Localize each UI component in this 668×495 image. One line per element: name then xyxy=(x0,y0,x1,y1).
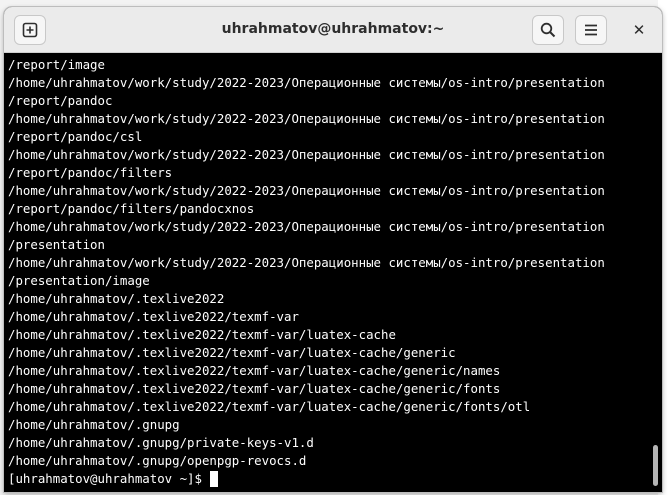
terminal-line: /home/uhrahmatov/.texlive2022/texmf-var/… xyxy=(8,381,501,396)
terminal-line: /home/uhrahmatov/.texlive2022/texmf-var/… xyxy=(8,363,501,378)
terminal-line: /home/uhrahmatov/work/study/2022-2023/Оп… xyxy=(8,75,605,90)
terminal-line: /home/uhrahmatov/.gnupg/private-keys-v1.… xyxy=(8,435,314,450)
search-icon xyxy=(540,22,556,38)
title-bar[interactable]: uhrahmatov@uhrahmatov:~ ✕ xyxy=(4,7,662,53)
terminal-line: /home/uhrahmatov/.texlive2022/texmf-var/… xyxy=(8,327,396,342)
terminal-line: /home/uhrahmatov/.texlive2022/texmf-var/… xyxy=(8,345,456,360)
close-button[interactable]: ✕ xyxy=(624,15,654,45)
terminal-line: /report/pandoc/filters/pandocxnos xyxy=(8,201,255,216)
terminal-line: /report/pandoc/csl xyxy=(8,129,143,144)
new-tab-button[interactable] xyxy=(14,15,46,45)
prompt-line[interactable]: [uhrahmatov@uhrahmatov ~]$ xyxy=(8,470,605,488)
search-button[interactable] xyxy=(532,15,564,45)
terminal-line: /report/pandoc xyxy=(8,93,113,108)
text-cursor xyxy=(209,471,218,487)
terminal-line: /home/uhrahmatov/work/study/2022-2023/Оп… xyxy=(8,111,605,126)
terminal-line: /presentation xyxy=(8,237,105,252)
terminal-line: /home/uhrahmatov/.texlive2022/texmf-var/… xyxy=(8,399,531,414)
terminal-line: /home/uhrahmatov/.gnupg xyxy=(8,417,180,432)
hamburger-menu-icon xyxy=(585,24,597,36)
terminal-line: /home/uhrahmatov/work/study/2022-2023/Оп… xyxy=(8,255,605,270)
terminal-line: /home/uhrahmatov/work/study/2022-2023/Оп… xyxy=(8,183,605,198)
close-icon: ✕ xyxy=(632,21,646,39)
new-tab-plus-icon xyxy=(22,22,38,38)
terminal-line: /home/uhrahmatov/.gnupg/openpgp-revocs.d xyxy=(8,453,307,468)
terminal-output[interactable]: /report/image /home/uhrahmatov/work/stud… xyxy=(4,53,662,492)
menu-button[interactable] xyxy=(575,15,607,45)
terminal-line: /report/image xyxy=(8,57,105,72)
terminal-window: uhrahmatov@uhrahmatov:~ ✕ /report/image … xyxy=(4,7,662,492)
terminal-line: /home/uhrahmatov/work/study/2022-2023/Оп… xyxy=(8,147,605,162)
terminal-line: /home/uhrahmatov/.texlive2022 xyxy=(8,291,225,306)
terminal-line: /home/uhrahmatov/work/study/2022-2023/Оп… xyxy=(8,219,605,234)
terminal-line: /home/uhrahmatov/.texlive2022/texmf-var xyxy=(8,309,299,324)
terminal-line: /report/pandoc/filters xyxy=(8,165,173,180)
shell-prompt: [uhrahmatov@uhrahmatov ~]$ xyxy=(8,471,202,486)
terminal-line: /presentation/image xyxy=(8,273,150,288)
scrollbar-thumb[interactable] xyxy=(653,445,658,486)
terminal-lines: /report/image /home/uhrahmatov/work/stud… xyxy=(8,56,605,488)
